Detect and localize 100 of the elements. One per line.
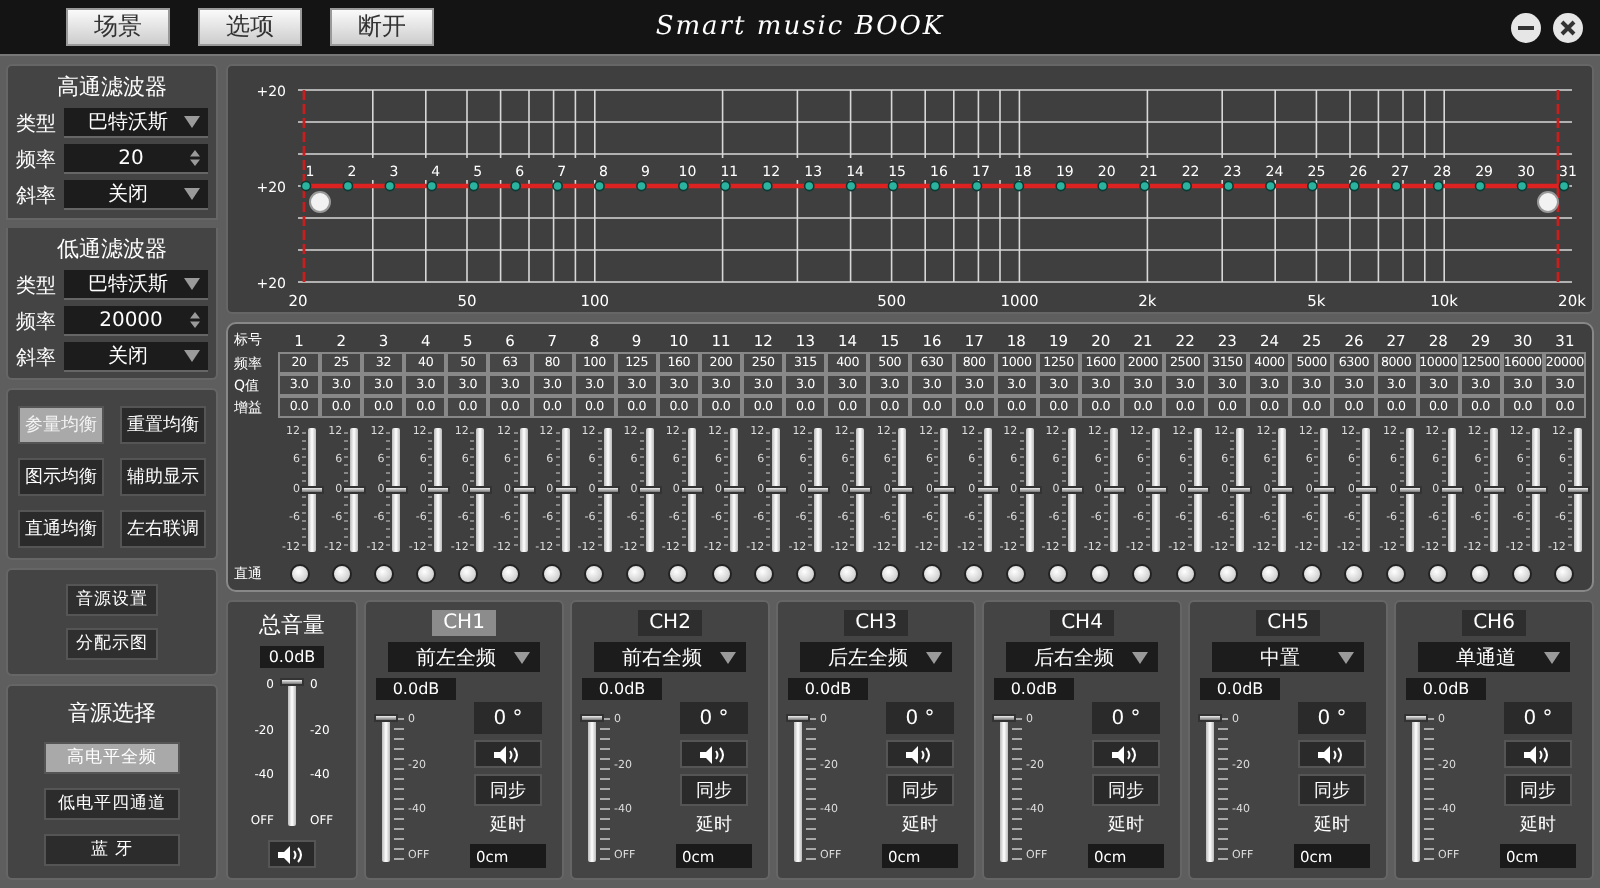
mode-button[interactable]: 直通均衡 — [18, 510, 104, 548]
slider-thumb[interactable] — [1439, 485, 1464, 493]
band-point[interactable] — [426, 180, 438, 192]
bypass-button[interactable] — [1386, 564, 1407, 584]
toolbar-button[interactable]: 断开 — [330, 8, 434, 46]
slider-thumb[interactable] — [1143, 485, 1168, 493]
bypass-button[interactable] — [1006, 564, 1027, 584]
output-dropdown[interactable]: 后右全频 — [1006, 642, 1158, 672]
tool-button[interactable]: 分配示图 — [66, 628, 158, 660]
band-point[interactable] — [1181, 180, 1192, 192]
slider-thumb[interactable] — [637, 485, 662, 493]
band-point[interactable] — [1516, 180, 1528, 192]
band-point[interactable] — [1307, 180, 1318, 192]
bypass-button[interactable] — [1217, 564, 1238, 584]
bypass-button[interactable] — [795, 564, 816, 584]
bypass-button[interactable] — [1090, 564, 1111, 584]
slider-thumb[interactable] — [1270, 485, 1295, 493]
sync-button[interactable]: 同步 — [680, 774, 748, 806]
mode-button[interactable]: 左右联调 — [120, 510, 206, 548]
slider-thumb[interactable] — [384, 485, 409, 493]
bypass-button[interactable] — [542, 564, 563, 584]
band-point[interactable] — [510, 180, 522, 192]
bypass-button[interactable] — [457, 564, 478, 584]
bypass-button[interactable] — [1048, 564, 1069, 584]
slider-thumb[interactable] — [580, 714, 604, 722]
bypass-button[interactable] — [1343, 564, 1364, 584]
filter-handle[interactable] — [309, 191, 331, 213]
band-point[interactable] — [300, 180, 312, 192]
band-point[interactable] — [1558, 180, 1570, 192]
band-point[interactable] — [1139, 180, 1151, 192]
band-point[interactable] — [803, 180, 815, 192]
slider-thumb[interactable] — [848, 485, 873, 493]
slider-thumb[interactable] — [1354, 485, 1379, 493]
slider-thumb[interactable] — [722, 485, 746, 493]
output-dropdown[interactable]: 前右全频 — [594, 642, 746, 672]
spinner-icon[interactable] — [190, 150, 200, 166]
mode-button[interactable]: 图示均衡 — [18, 458, 104, 496]
channel-tab[interactable]: CH2 — [637, 610, 703, 636]
slider-thumb[interactable] — [1481, 485, 1506, 493]
dropdown[interactable]: 关闭 — [64, 180, 208, 210]
slider-thumb[interactable] — [1101, 485, 1126, 493]
source-option[interactable]: 低电平四通道 — [44, 788, 180, 820]
band-point[interactable] — [468, 180, 480, 192]
band-point[interactable] — [594, 180, 605, 192]
slider-thumb[interactable] — [1397, 485, 1422, 493]
band-point[interactable] — [887, 180, 899, 192]
band-point[interactable] — [1223, 180, 1234, 192]
bypass-button[interactable] — [415, 564, 436, 584]
band-point[interactable] — [342, 180, 354, 192]
output-dropdown[interactable]: 后左全频 — [800, 642, 952, 672]
bypass-button[interactable] — [373, 564, 394, 584]
phase-field[interactable]: 0 ° — [1092, 702, 1160, 734]
bypass-button[interactable] — [626, 564, 647, 584]
mute-button[interactable] — [1504, 740, 1572, 768]
channel-tab[interactable]: CH3 — [843, 610, 909, 636]
dropdown[interactable]: 巴特沃斯 — [64, 270, 208, 300]
bypass-button[interactable] — [1175, 564, 1196, 584]
bypass-button[interactable] — [711, 564, 731, 584]
slider-thumb[interactable] — [1186, 485, 1211, 493]
band-point[interactable] — [1013, 180, 1025, 192]
bypass-button[interactable] — [921, 564, 942, 584]
phase-field[interactable]: 0 ° — [1298, 702, 1366, 734]
slider-thumb[interactable] — [1198, 714, 1222, 722]
channel-tab[interactable]: CH5 — [1255, 610, 1321, 636]
band-point[interactable] — [678, 180, 689, 192]
band-point[interactable] — [1265, 180, 1276, 192]
slider-thumb[interactable] — [300, 485, 325, 493]
bypass-button[interactable] — [753, 564, 774, 584]
bypass-button[interactable] — [1554, 564, 1575, 584]
band-point[interactable] — [1097, 180, 1109, 192]
number-field[interactable]: 20 — [64, 144, 208, 174]
phase-field[interactable]: 0 ° — [886, 702, 954, 734]
slider-thumb[interactable] — [786, 714, 810, 722]
channel-tab[interactable]: CH4 — [1049, 610, 1115, 636]
mode-button[interactable]: 重置均衡 — [120, 406, 206, 444]
bypass-button[interactable] — [837, 564, 858, 584]
output-dropdown[interactable]: 中置 — [1212, 642, 1364, 672]
channel-tab[interactable]: CH6 — [1461, 610, 1527, 636]
bypass-button[interactable] — [1428, 564, 1449, 584]
mute-button[interactable] — [268, 840, 316, 868]
bypass-button[interactable] — [1132, 564, 1153, 584]
bypass-button[interactable] — [668, 564, 689, 584]
band-point[interactable] — [971, 180, 983, 192]
bypass-button[interactable] — [1259, 564, 1280, 584]
slider-thumb[interactable] — [374, 714, 398, 722]
slider-thumb[interactable] — [1228, 485, 1253, 493]
bypass-button[interactable] — [584, 564, 605, 584]
mute-button[interactable] — [1298, 740, 1366, 768]
bypass-button[interactable] — [1301, 564, 1322, 584]
band-point[interactable] — [761, 180, 773, 192]
number-field[interactable]: 20000 — [64, 306, 208, 336]
sync-button[interactable]: 同步 — [1092, 774, 1160, 806]
source-option[interactable]: 蓝 牙 — [44, 834, 180, 866]
bypass-button[interactable] — [1470, 564, 1491, 584]
minimize-icon[interactable] — [1510, 11, 1542, 43]
close-icon[interactable] — [1552, 11, 1584, 43]
slider-thumb[interactable] — [468, 485, 493, 493]
mode-button[interactable]: 辅助显示 — [120, 458, 206, 496]
bypass-button[interactable] — [879, 564, 900, 584]
bypass-button[interactable] — [331, 564, 352, 584]
